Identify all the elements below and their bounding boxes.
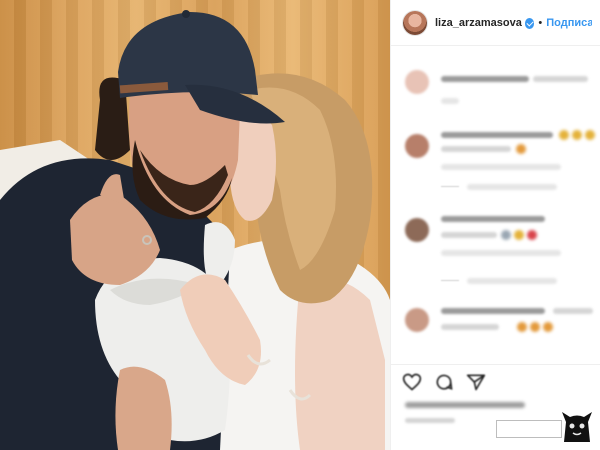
comment-item — [391, 298, 600, 362]
comment-meta-blurred — [441, 250, 561, 256]
post-header: liza_arzamasova • Подписат — [391, 0, 600, 46]
comment-text-blurred — [441, 76, 529, 82]
emoji-icon — [530, 322, 540, 332]
comment-text-blurred — [533, 76, 588, 82]
header-separator: • — [538, 16, 543, 29]
comment-text-blurred — [441, 132, 553, 138]
comment-item — [391, 204, 600, 268]
verified-badge-icon — [524, 18, 535, 29]
replies-text-blurred — [467, 278, 557, 284]
comment-icon[interactable] — [433, 371, 455, 393]
emoji-icon — [516, 144, 526, 154]
post-photo[interactable] — [0, 0, 390, 450]
emoji-icon — [543, 322, 553, 332]
watermark-box — [496, 420, 562, 438]
emoji-icon — [572, 130, 582, 140]
share-icon[interactable] — [465, 371, 487, 393]
comment-text-blurred — [553, 308, 593, 314]
photo-illustration — [0, 10, 390, 450]
comment-text-blurred — [441, 232, 497, 238]
comment-item — [391, 46, 600, 110]
comment-item — [391, 110, 600, 174]
profile-username[interactable]: liza_arzamasova — [435, 17, 522, 29]
comment-meta-blurred — [441, 164, 561, 170]
emoji-icon — [527, 230, 537, 240]
comment-avatar[interactable] — [405, 70, 429, 94]
comment-text-blurred — [441, 324, 499, 330]
comment-avatar[interactable] — [405, 218, 429, 242]
comments-list[interactable] — [391, 46, 600, 364]
profile-avatar[interactable] — [403, 10, 427, 35]
post-side-panel: liza_arzamasova • Подписат — [390, 0, 600, 450]
follow-button[interactable]: Подписат — [546, 17, 592, 29]
comment-avatar[interactable] — [405, 134, 429, 158]
cat-logo-icon — [562, 412, 592, 442]
comment-meta-blurred — [441, 98, 459, 104]
emoji-icon — [585, 130, 595, 140]
emoji-icon — [501, 230, 511, 240]
heart-icon[interactable] — [401, 371, 423, 393]
emoji-icon — [559, 130, 569, 140]
replies-dash — [441, 186, 459, 187]
view-replies[interactable] — [391, 268, 600, 298]
replies-text-blurred — [467, 184, 557, 190]
post-actions-bar — [391, 364, 600, 399]
comment-text-blurred — [441, 216, 545, 222]
view-replies[interactable] — [391, 174, 600, 204]
emoji-icon — [514, 230, 524, 240]
emoji-icon — [517, 322, 527, 332]
replies-dash — [441, 280, 459, 281]
comment-avatar[interactable] — [405, 308, 429, 332]
comment-text-blurred — [441, 308, 545, 314]
post-date-blurred — [405, 418, 455, 423]
comment-text-blurred — [441, 146, 511, 152]
site-watermark — [496, 408, 596, 444]
